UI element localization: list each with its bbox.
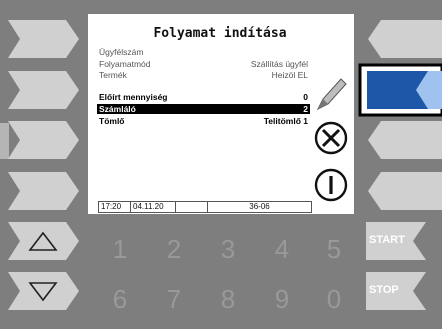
digit-key-6[interactable]: 6 xyxy=(100,284,140,315)
right-softkey-4[interactable] xyxy=(366,172,442,210)
status-code: 36-06 xyxy=(249,202,270,211)
row-product[interactable]: Termék Heizöl EL xyxy=(97,70,310,80)
right-softkey-3[interactable] xyxy=(366,121,442,159)
row-counter-selected[interactable]: Számláló 2 xyxy=(97,104,310,114)
row-process-mode[interactable]: Folyamatmód Szállítás ügyfél xyxy=(97,59,310,69)
row-label: Ügyfélszám xyxy=(99,47,144,57)
page-title: Folyamat indítása xyxy=(153,26,287,41)
row-hose[interactable]: Tömlő Telitömlő 1 xyxy=(97,116,310,126)
display-screen: Folyamat indítása Ügyfélszám Folyamatmód… xyxy=(88,14,354,214)
left-softkey-1[interactable] xyxy=(8,20,79,58)
status-date: 04.11.20 xyxy=(131,202,176,212)
pencil-icon[interactable] xyxy=(310,73,348,115)
numeric-keypad: 1 2 3 4 5 6 7 8 9 0 xyxy=(88,224,354,324)
left-softkey-4[interactable] xyxy=(8,172,79,210)
status-blank xyxy=(176,202,208,212)
row-value: Szállítás ügyfél xyxy=(250,59,308,69)
arrow-up-button[interactable] xyxy=(8,222,79,260)
digit-key-8[interactable]: 8 xyxy=(208,284,248,315)
digit-key-4[interactable]: 4 xyxy=(262,234,302,265)
digit-key-0[interactable]: 0 xyxy=(314,284,354,315)
digit-key-7[interactable]: 7 xyxy=(154,284,194,315)
right-softkey-2-selected[interactable] xyxy=(358,63,442,117)
row-value: Telitömlő 1 xyxy=(263,116,308,126)
row-value: 2 xyxy=(303,104,308,114)
right-softkey-1[interactable] xyxy=(366,20,442,58)
row-customer-number[interactable]: Ügyfélszám xyxy=(97,47,310,57)
row-label: Előírt mennyiség xyxy=(99,92,168,102)
left-softkey-3[interactable] xyxy=(8,121,79,159)
row-value: 0 xyxy=(303,92,308,102)
row-value: Heizöl EL xyxy=(271,70,308,80)
stop-label: STOP xyxy=(369,284,399,296)
row-label: Folyamatmód xyxy=(99,59,151,69)
arrow-down-button[interactable] xyxy=(8,272,79,310)
digit-key-5[interactable]: 5 xyxy=(314,234,354,265)
left-softkey-2[interactable] xyxy=(8,71,79,109)
stop-button[interactable]: STOP xyxy=(366,272,442,310)
row-label: Tömlő xyxy=(99,116,125,126)
info-i-icon[interactable] xyxy=(314,168,348,202)
cancel-x-icon[interactable] xyxy=(314,121,348,155)
digit-key-1[interactable]: 1 xyxy=(100,234,140,265)
digit-key-9[interactable]: 9 xyxy=(262,284,302,315)
start-label: START xyxy=(369,234,405,246)
row-preset-quantity[interactable]: Előírt mennyiség 0 xyxy=(97,92,310,102)
start-button[interactable]: START xyxy=(366,222,442,260)
row-label: Termék xyxy=(99,70,127,80)
status-time: 17:20 xyxy=(99,202,131,212)
row-label: Számláló xyxy=(99,104,136,114)
status-bar: 17:20 04.11.20 36-06 xyxy=(98,201,312,213)
digit-key-2[interactable]: 2 xyxy=(154,234,194,265)
digit-key-3[interactable]: 3 xyxy=(208,234,248,265)
